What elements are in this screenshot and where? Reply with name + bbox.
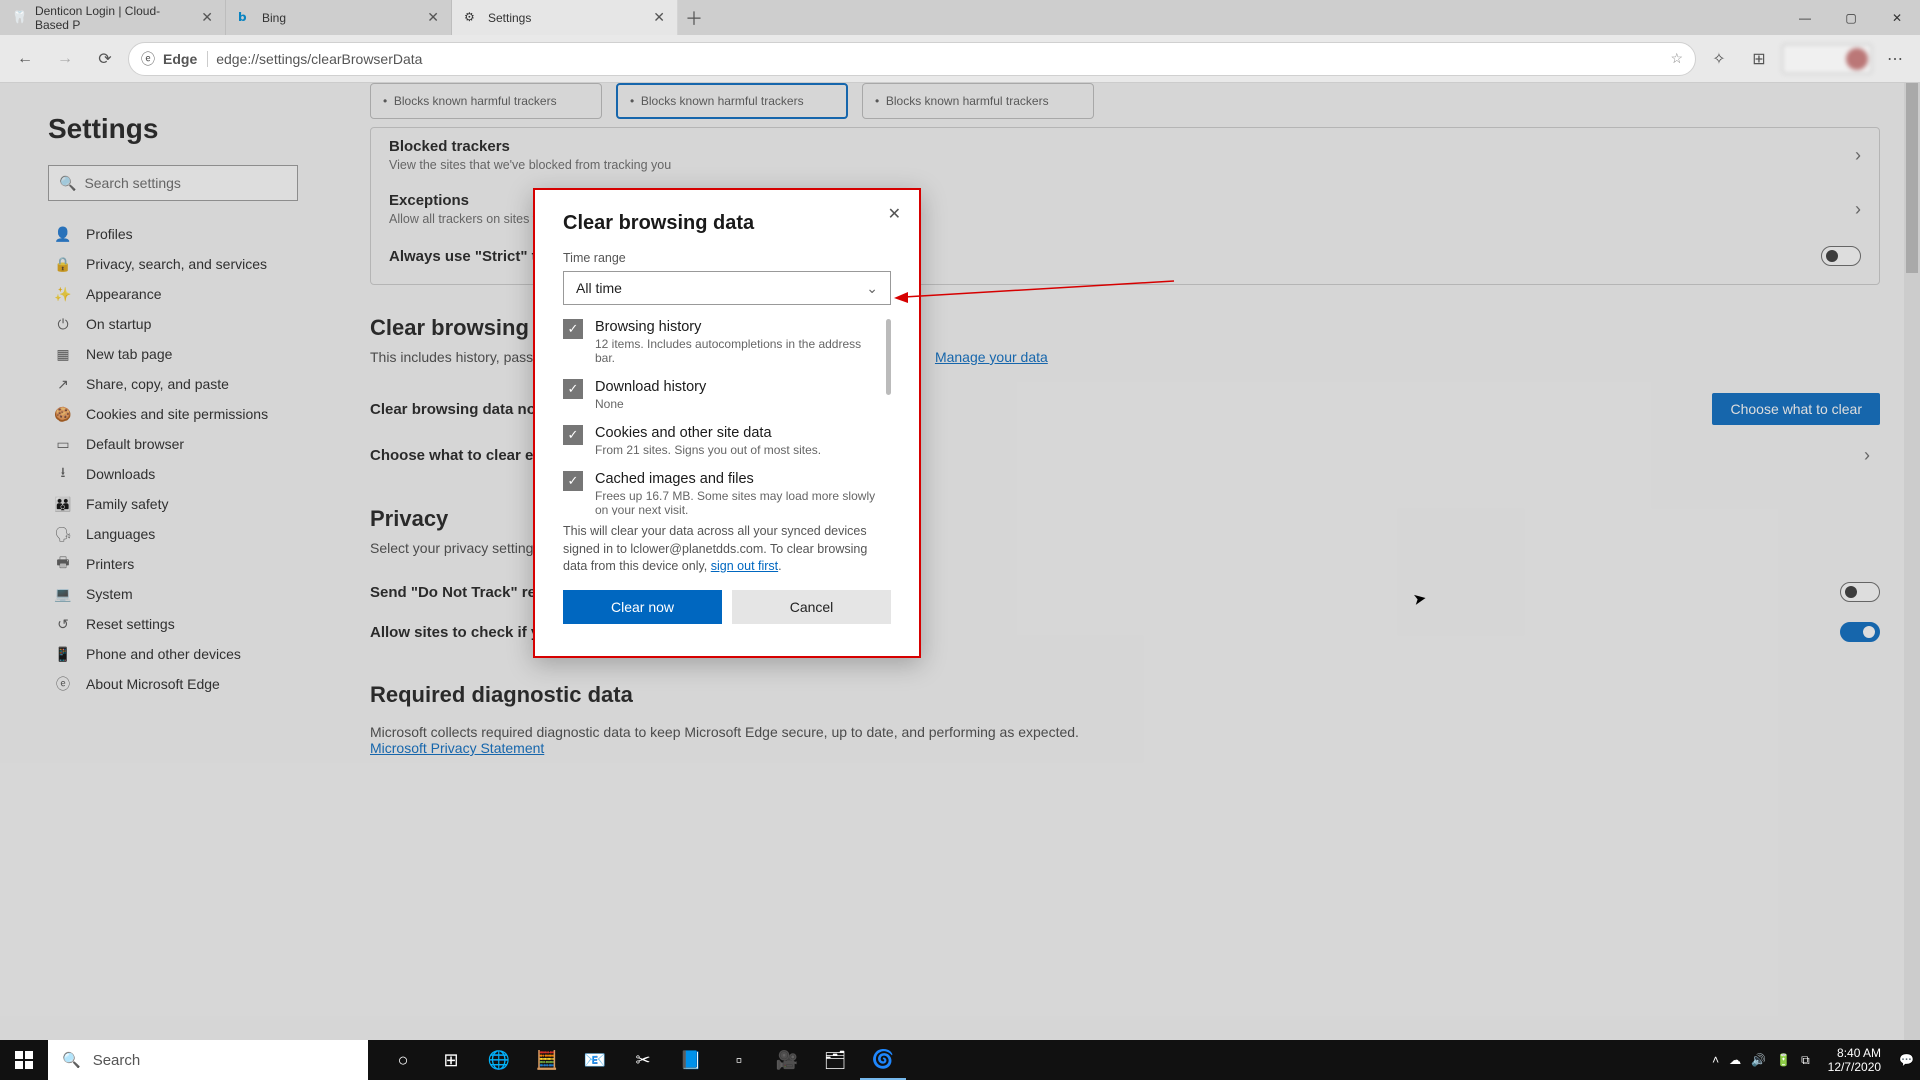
chrome-icon[interactable]: 🌐 xyxy=(476,1040,522,1080)
checkbox-label: Browsing history xyxy=(595,319,881,335)
window-controls: — ▢ ✕ xyxy=(1782,0,1920,35)
modal-overlay xyxy=(0,83,1920,1044)
task-view-icon[interactable]: ⊞ xyxy=(428,1040,474,1080)
cortana-icon[interactable]: ○ xyxy=(380,1040,426,1080)
clock[interactable]: 8:40 AM 12/7/2020 xyxy=(1820,1046,1889,1075)
profile-chip[interactable] xyxy=(1782,44,1872,74)
checkbox-row: ✓ Cookies and other site data From 21 si… xyxy=(563,425,881,457)
checkbox-row: ✓ Download history None xyxy=(563,379,881,411)
checkbox-sub: Frees up 16.7 MB. Some sites may load mo… xyxy=(595,489,881,515)
taskbar: 🔍 Search ○ ⊞ 🌐 🧮 📧 ✂ 📘 ▫ 🎥 🗂 🌀 ˄ ☁ 🔊 🔋 ⧉… xyxy=(0,1040,1920,1080)
close-icon[interactable]: ✕ xyxy=(427,9,439,26)
zoom-icon[interactable]: 🎥 xyxy=(764,1040,810,1080)
notifications-icon[interactable]: 💬 xyxy=(1899,1053,1914,1067)
tab-title: Denticon Login | Cloud-Based P xyxy=(35,4,193,32)
start-button[interactable] xyxy=(0,1040,48,1080)
checkbox[interactable]: ✓ xyxy=(563,471,583,491)
snip-icon[interactable]: ✂ xyxy=(620,1040,666,1080)
favorites-button[interactable]: ✧ xyxy=(1702,42,1736,76)
minimize-button[interactable]: — xyxy=(1782,0,1828,35)
gear-icon: ⚙ xyxy=(464,10,480,26)
taskbar-search[interactable]: 🔍 Search xyxy=(48,1040,368,1080)
app-icon[interactable]: ▫ xyxy=(716,1040,762,1080)
volume-icon[interactable]: 🔊 xyxy=(1751,1053,1766,1067)
modal-note: This will clear your data across all you… xyxy=(563,523,891,576)
close-icon[interactable]: ✕ xyxy=(201,9,213,26)
title-bar: 🦷 Denticon Login | Cloud-Based P ✕ 𝗯 Bin… xyxy=(0,0,1920,35)
maximize-button[interactable]: ▢ xyxy=(1828,0,1874,35)
checkbox-row: ✓ Cached images and files Frees up 16.7 … xyxy=(563,471,881,515)
close-icon[interactable]: ✕ xyxy=(888,204,901,224)
new-tab-button[interactable]: ＋ xyxy=(678,0,710,35)
checkbox[interactable]: ✓ xyxy=(563,319,583,339)
sign-out-link[interactable]: sign out first xyxy=(711,559,778,573)
scrollbar[interactable] xyxy=(886,319,891,395)
tab-title: Bing xyxy=(262,11,286,25)
time-range-select[interactable]: All time ⌄ xyxy=(563,271,891,305)
checkbox-sub: None xyxy=(595,397,706,411)
clear-now-button[interactable]: Clear now xyxy=(563,590,722,624)
app-icon-2[interactable]: 🗂 xyxy=(812,1040,858,1080)
clear-data-modal: ✕ Clear browsing data Time range All tim… xyxy=(533,188,921,658)
refresh-button[interactable]: ⟳ xyxy=(88,42,122,76)
tab-strip: 🦷 Denticon Login | Cloud-Based P ✕ 𝗯 Bin… xyxy=(0,0,710,35)
system-tray: ˄ ☁ 🔊 🔋 ⧉ 8:40 AM 12/7/2020 💬 xyxy=(1712,1046,1920,1075)
chevron-down-icon: ⌄ xyxy=(866,280,878,297)
checkbox-label: Cached images and files xyxy=(595,471,881,487)
onedrive-icon[interactable]: ☁ xyxy=(1729,1053,1741,1067)
calculator-icon[interactable]: 🧮 xyxy=(524,1040,570,1080)
checkbox[interactable]: ✓ xyxy=(563,425,583,445)
menu-button[interactable]: ⋯ xyxy=(1878,42,1912,76)
checkbox-sub: 12 items. Includes autocompletions in th… xyxy=(595,337,881,365)
checkbox-label: Cookies and other site data xyxy=(595,425,821,441)
tab-title: Settings xyxy=(488,11,531,25)
checkbox-list: ✓ Browsing history 12 items. Includes au… xyxy=(563,319,891,515)
forward-button: → xyxy=(48,42,82,76)
edge-label: Edge xyxy=(163,51,208,67)
outlook-icon[interactable]: 📧 xyxy=(572,1040,618,1080)
edge-icon[interactable]: 🌀 xyxy=(860,1040,906,1080)
edge-icon: ⓔ xyxy=(141,49,155,69)
checkbox-label: Download history xyxy=(595,379,706,395)
dropbox-icon[interactable]: ⧉ xyxy=(1801,1053,1810,1068)
cancel-button[interactable]: Cancel xyxy=(732,590,891,624)
checkbox[interactable]: ✓ xyxy=(563,379,583,399)
tab-favicon: 🦷 xyxy=(12,10,27,26)
search-icon: 🔍 xyxy=(62,1051,81,1069)
time-range-label: Time range xyxy=(563,251,891,265)
favorite-icon[interactable]: ☆ xyxy=(1670,50,1683,67)
checkbox-row: ✓ Browsing history 12 items. Includes au… xyxy=(563,319,881,365)
url-text: edge://settings/clearBrowserData xyxy=(216,51,422,67)
modal-title: Clear browsing data xyxy=(563,212,891,235)
tab-favicon: 𝗯 xyxy=(238,10,254,26)
close-window-button[interactable]: ✕ xyxy=(1874,0,1920,35)
toolbar: ← → ⟳ ⓔ Edge edge://settings/clearBrowse… xyxy=(0,35,1920,83)
tab-denticon[interactable]: 🦷 Denticon Login | Cloud-Based P ✕ xyxy=(0,0,226,35)
collections-button[interactable]: ⊞ xyxy=(1742,42,1776,76)
address-bar[interactable]: ⓔ Edge edge://settings/clearBrowserData … xyxy=(128,42,1696,76)
battery-icon[interactable]: 🔋 xyxy=(1776,1053,1791,1067)
back-button[interactable]: ← xyxy=(8,42,42,76)
tray-expand-icon[interactable]: ˄ xyxy=(1712,1053,1719,1067)
tab-bing[interactable]: 𝗯 Bing ✕ xyxy=(226,0,452,35)
close-icon[interactable]: ✕ xyxy=(653,9,665,26)
word-icon[interactable]: 📘 xyxy=(668,1040,714,1080)
checkbox-sub: From 21 sites. Signs you out of most sit… xyxy=(595,443,821,457)
tab-settings[interactable]: ⚙ Settings ✕ xyxy=(452,0,678,35)
